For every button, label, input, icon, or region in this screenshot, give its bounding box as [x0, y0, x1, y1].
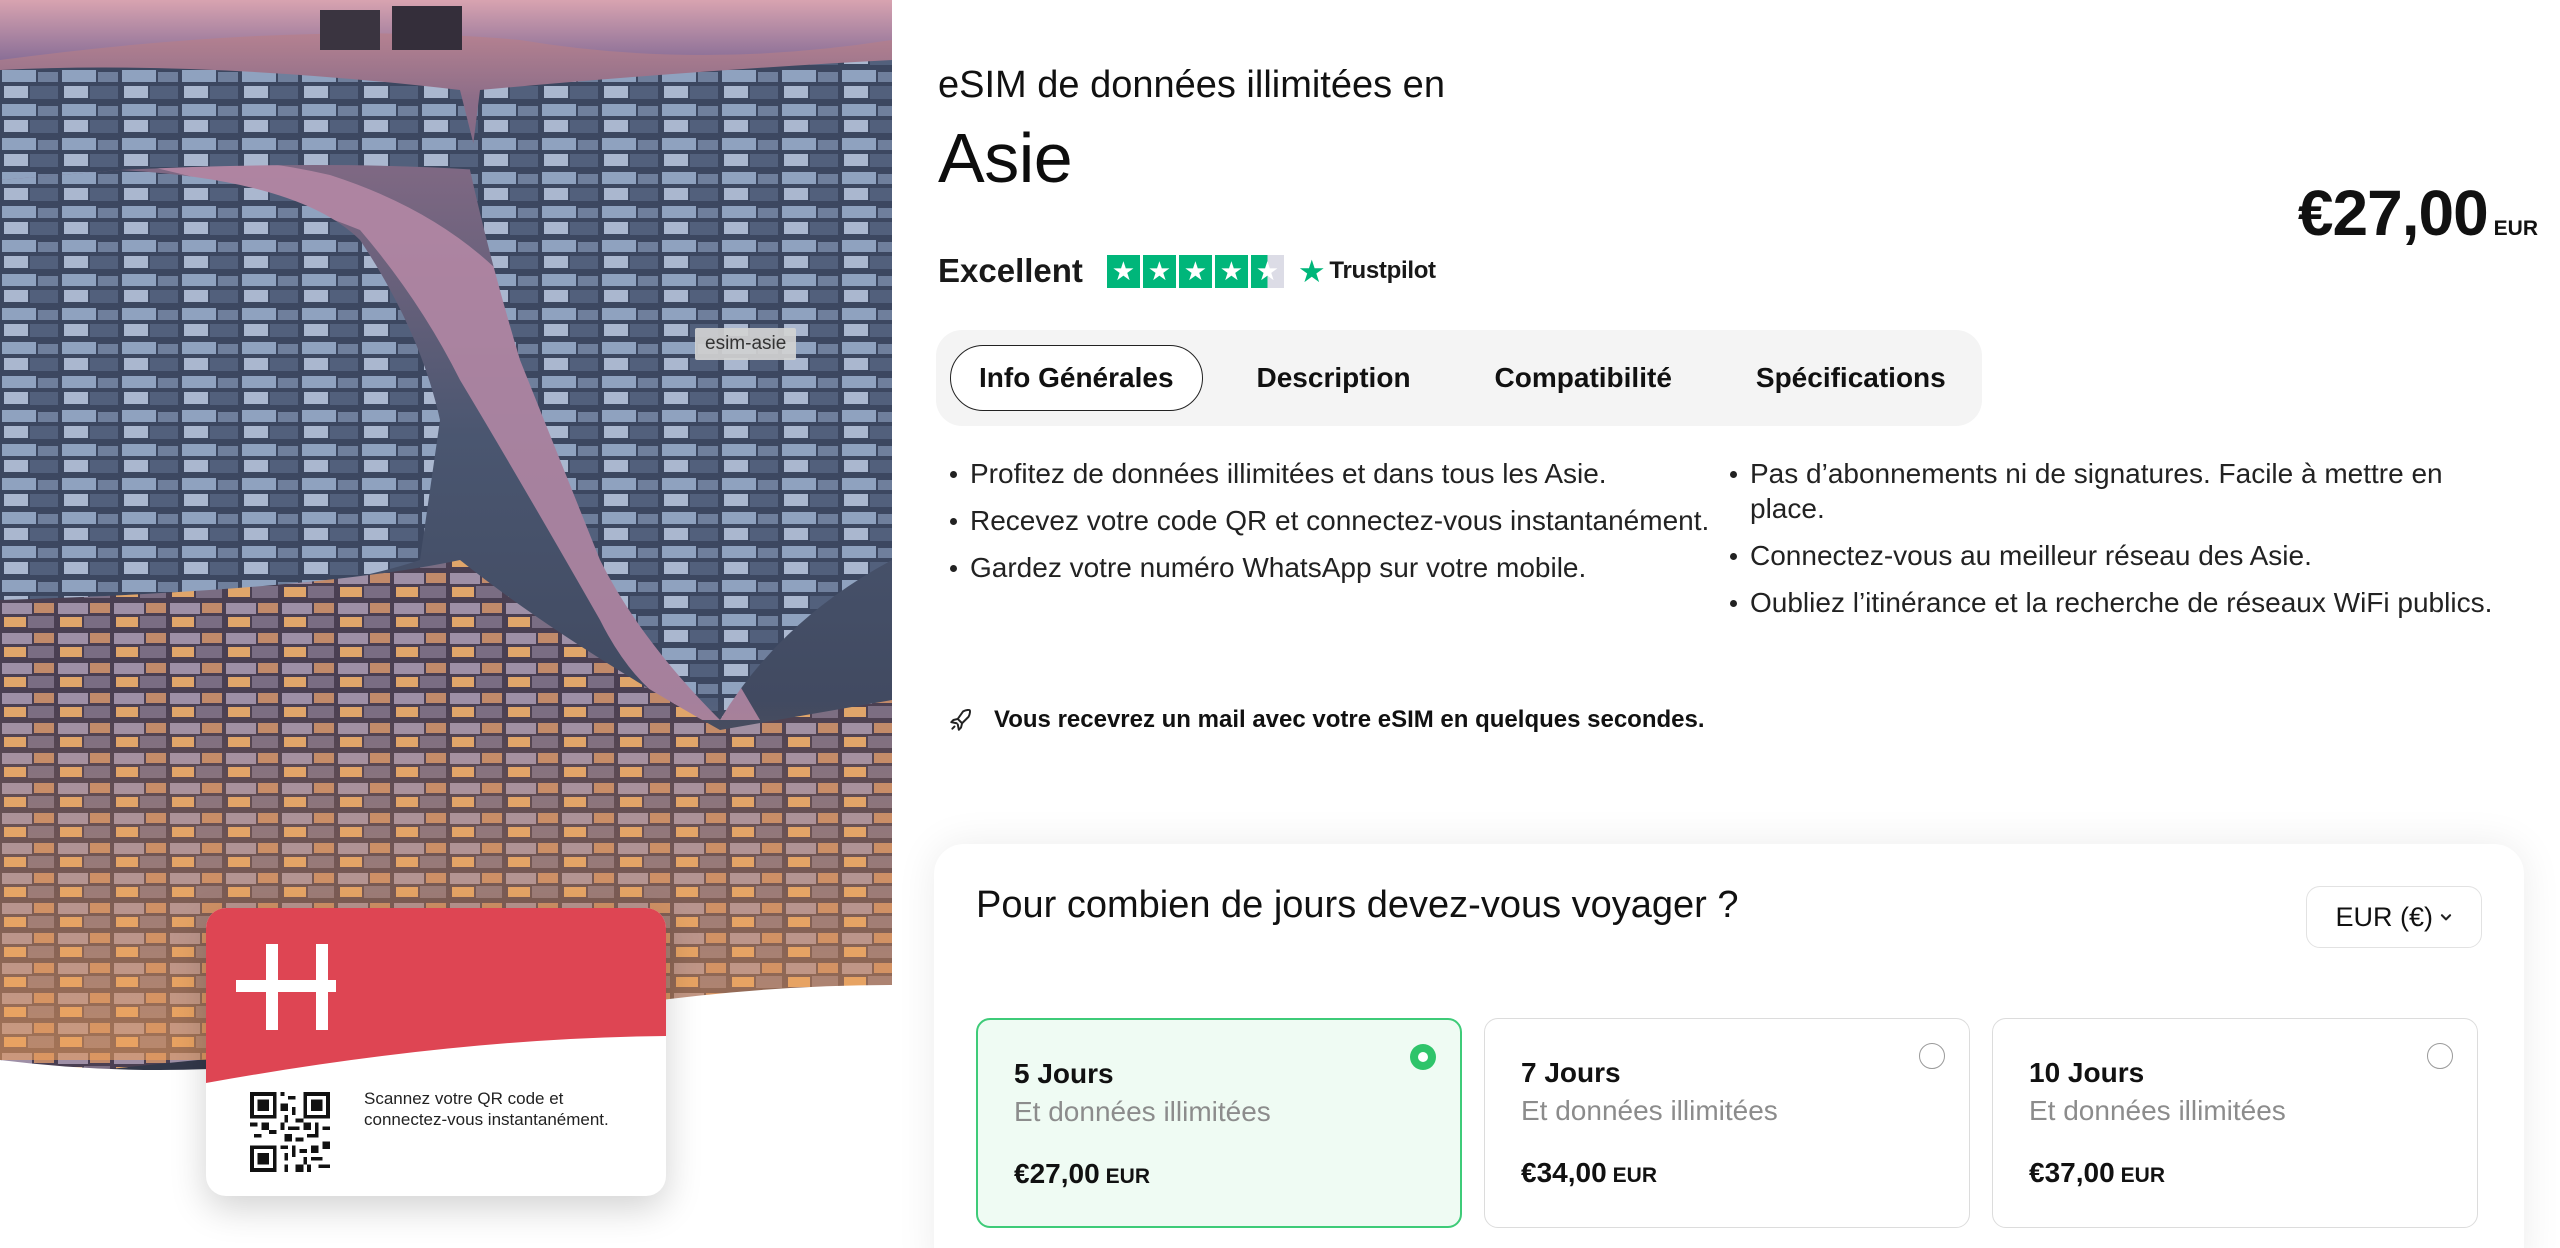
hero-image: esim-asie Scannez votre QR code et conne…	[0, 0, 892, 1248]
plan-price-amount: €34,00	[1521, 1157, 1607, 1188]
feature-item: Gardez votre numéro WhatsApp sur votre m…	[948, 550, 1728, 585]
plan-description: Et données illimitées	[2029, 1095, 2286, 1126]
plan-price-amount: €27,00	[1014, 1158, 1100, 1189]
esim-card: Scannez votre QR code et connectez-vous …	[206, 908, 666, 1196]
feature-column-left: Profitez de données illimitées et dans t…	[948, 456, 1728, 632]
feature-column-right: Pas d’abonnements ni de signatures. Faci…	[1728, 456, 2508, 632]
currency-dropdown-value: EUR (€)	[2335, 901, 2433, 932]
plan-price-amount: €37,00	[2029, 1157, 2115, 1188]
tab-specifications[interactable]: Spécifications	[1730, 345, 1972, 411]
plan-price-currency: EUR	[2120, 1164, 2165, 1187]
card-instruction: Scannez votre QR code et connectez-vous …	[364, 1089, 609, 1129]
duration-question: Pour combien de jours devez-vous voyager…	[976, 884, 1739, 926]
feature-item: Connectez-vous au meilleur réseau des As…	[1728, 538, 2508, 573]
plan-description: Et données illimitées	[1014, 1096, 1271, 1127]
plan-name: 5 Jours	[1014, 1058, 1114, 1089]
product-details: eSIM de données illimitées en Asie €27,0…	[934, 0, 2538, 1248]
plan-radio[interactable]	[1919, 1043, 1945, 1069]
star-icon: ★	[1106, 254, 1140, 288]
page-title: Asie	[938, 119, 1073, 197]
duration-selector: Pour combien de jours devez-vous voyager…	[934, 844, 2524, 1248]
rating-label: Excellent	[938, 252, 1083, 289]
plan-options: 5 Jours Et données illimitées €27,00 EUR …	[976, 1018, 2478, 1228]
plan-name: 10 Jours	[2029, 1057, 2145, 1088]
delivery-notice: Vous recevrez un mail avec votre eSIM en…	[948, 706, 1705, 734]
feature-item: Recevez votre code QR et connectez-vous …	[948, 503, 1728, 538]
trustpilot-name: Trustpilot	[1329, 257, 1436, 284]
plan-radio[interactable]	[1410, 1044, 1436, 1070]
plan-name: 7 Jours	[1521, 1057, 1621, 1088]
feature-item: Profitez de données illimitées et dans t…	[948, 456, 1728, 491]
half-star-icon: ★	[1250, 254, 1284, 288]
plan-price: €37,00 EUR	[2029, 1157, 2165, 1189]
tab-description[interactable]: Description	[1231, 345, 1437, 411]
star-icon: ★	[1214, 254, 1248, 288]
info-tabs: Info Générales Description Compatibilité…	[936, 330, 1982, 426]
price-currency: EUR	[2493, 217, 2538, 240]
tab-info-generales[interactable]: Info Générales	[950, 345, 1203, 411]
plan-radio[interactable]	[2427, 1043, 2453, 1069]
plan-option-5-days[interactable]: 5 Jours Et données illimitées €27,00 EUR	[976, 1018, 1462, 1228]
image-alt-tag: esim-asie	[695, 328, 797, 360]
delivery-notice-text: Vous recevrez un mail avec votre eSIM en…	[994, 706, 1705, 733]
price-amount: €27,00	[2297, 177, 2489, 249]
plan-price: €34,00 EUR	[1521, 1157, 1657, 1189]
chevron-down-icon	[2440, 914, 2452, 921]
trustpilot-star-icon: ★	[1297, 253, 1326, 289]
feature-item: Pas d’abonnements ni de signatures. Faci…	[1728, 456, 2508, 526]
rating-stars: ★ ★ ★ ★ ★	[1106, 254, 1284, 288]
plan-description: Et données illimitées	[1521, 1095, 1778, 1126]
trustpilot-rating[interactable]: Excellent ★ ★ ★ ★ ★ ★ Trustpilot	[938, 248, 1436, 294]
plan-option-7-days[interactable]: 7 Jours Et données illimitées €34,00 EUR	[1484, 1018, 1970, 1228]
plan-option-10-days[interactable]: 10 Jours Et données illimitées €37,00 EUR	[1992, 1018, 2478, 1228]
plan-price-currency: EUR	[1612, 1164, 1657, 1187]
currency-dropdown[interactable]: EUR (€)	[2306, 886, 2482, 948]
star-icon: ★	[1178, 254, 1212, 288]
qr-code-icon	[250, 1092, 330, 1172]
product-subtitle: eSIM de données illimitées en	[938, 64, 1445, 106]
trustpilot-logo: ★ Trustpilot	[1298, 256, 1436, 287]
product-price: €27,00 EUR	[2298, 176, 2538, 250]
rocket-icon	[950, 708, 971, 731]
feature-list: Profitez de données illimitées et dans t…	[948, 456, 2508, 632]
feature-item: Oubliez l’itinérance et la recherche de …	[1728, 585, 2508, 620]
star-icon: ★	[1142, 254, 1176, 288]
plan-price-currency: EUR	[1105, 1165, 1150, 1188]
tab-compatibilite[interactable]: Compatibilité	[1469, 345, 1698, 411]
hollow-h-logo-icon	[236, 944, 336, 1030]
plan-price: €27,00 EUR	[1014, 1158, 1150, 1190]
